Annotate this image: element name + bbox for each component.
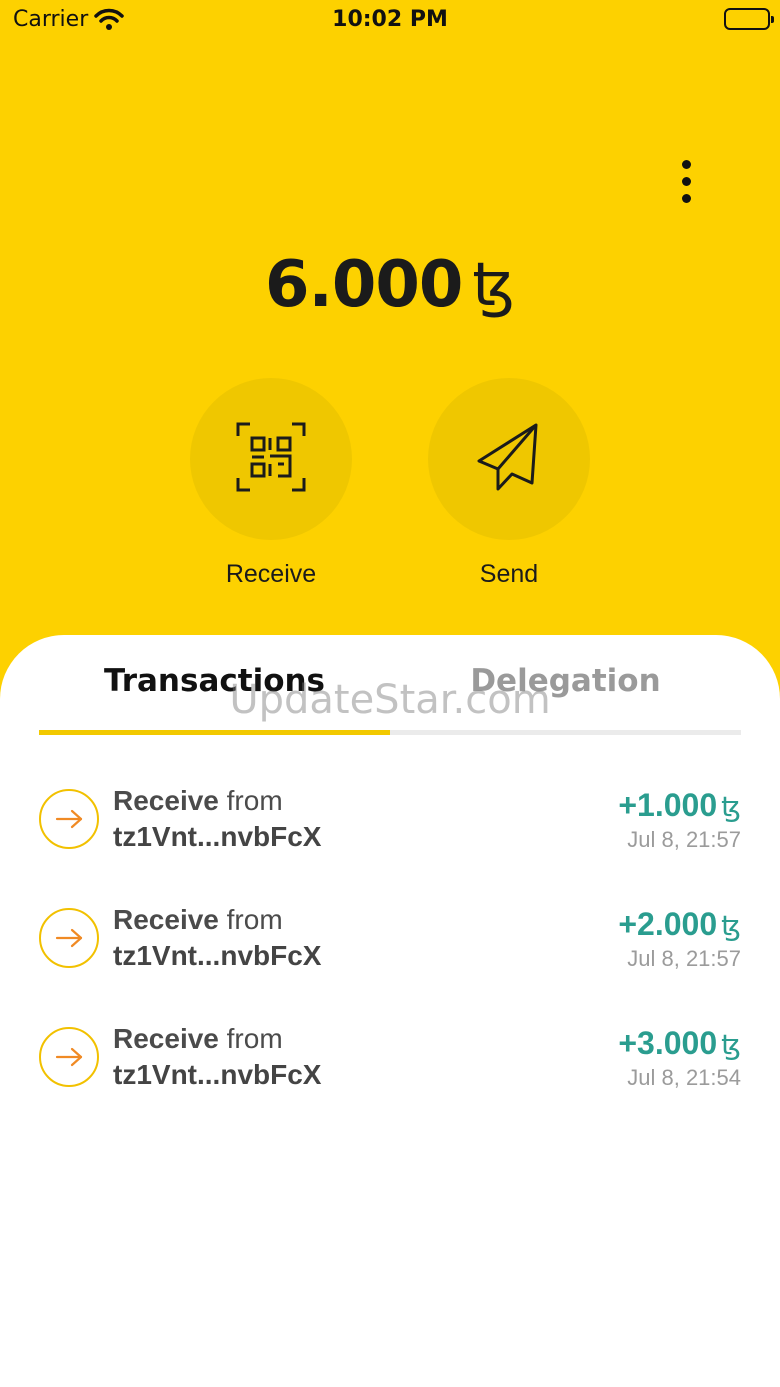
incoming-arrow-icon	[39, 789, 99, 849]
tx-amount: +1.000	[618, 787, 718, 823]
tx-type: Receive	[113, 904, 219, 935]
tab-indicator	[39, 730, 390, 735]
tx-type: Receive	[113, 785, 219, 816]
tx-amount: +2.000	[618, 906, 718, 942]
transaction-row[interactable]: Receive from tz1Vnt...nvbFcX +2.000 ꜩ Jul…	[0, 902, 780, 1021]
paper-plane-icon	[476, 421, 542, 498]
tab-delegation[interactable]: Delegation	[390, 663, 741, 737]
tab-transactions[interactable]: Transactions	[39, 663, 390, 737]
more-options-button[interactable]	[662, 150, 710, 212]
more-vertical-icon	[681, 159, 691, 169]
send-label: Send	[479, 560, 539, 588]
transaction-row[interactable]: Receive from tz1Vnt...nvbFcX +3.000 ꜩ Jul…	[0, 1021, 780, 1140]
tx-preposition: from	[226, 1023, 283, 1054]
balance-amount: 6.000	[264, 248, 463, 322]
tx-address: tz1Vnt...nvbFcX	[113, 1059, 322, 1090]
tx-preposition: from	[226, 904, 283, 935]
tx-time: Jul 8, 21:54	[627, 1065, 741, 1090]
tab-bar: Transactions Delegation	[39, 663, 741, 737]
tez-symbol: ꜩ	[721, 1028, 741, 1061]
tez-symbol: ꜩ	[721, 909, 741, 942]
receive-label: Receive	[225, 560, 317, 588]
receive-circle[interactable]	[190, 378, 352, 540]
tez-symbol: ꜩ	[472, 250, 515, 320]
tx-address: tz1Vnt...nvbFcX	[113, 821, 322, 852]
tx-amount: +3.000	[618, 1025, 718, 1061]
transactions-sheet: Transactions Delegation UpdateStar.com R…	[0, 635, 780, 1387]
send-circle[interactable]	[428, 378, 590, 540]
status-time: 10:02 PM	[332, 7, 448, 32]
balance-display: 6.000 ꜩ	[0, 240, 780, 330]
receive-button[interactable]: Receive	[190, 378, 352, 589]
tez-symbol: ꜩ	[721, 790, 741, 823]
battery-icon	[724, 8, 774, 30]
transaction-row[interactable]: Receive from tz1Vnt...nvbFcX +1.000 ꜩ Jul…	[0, 783, 780, 902]
tx-address: tz1Vnt...nvbFcX	[113, 940, 322, 971]
qr-scan-icon	[236, 422, 306, 497]
tab-track	[39, 730, 741, 735]
tx-preposition: from	[226, 785, 283, 816]
tx-time: Jul 8, 21:57	[627, 827, 741, 852]
tx-type: Receive	[113, 1023, 219, 1054]
transaction-list: Receive from tz1Vnt...nvbFcX +1.000 ꜩ Jul…	[0, 783, 780, 1140]
send-button[interactable]: Send	[428, 378, 590, 589]
incoming-arrow-icon	[39, 908, 99, 968]
incoming-arrow-icon	[39, 1027, 99, 1087]
tx-time: Jul 8, 21:57	[627, 946, 741, 971]
wallet-header: Carrier 10:02 PM 6.000 ꜩ Receive Send	[0, 0, 780, 700]
status-bar: Carrier 10:02 PM	[0, 0, 780, 40]
